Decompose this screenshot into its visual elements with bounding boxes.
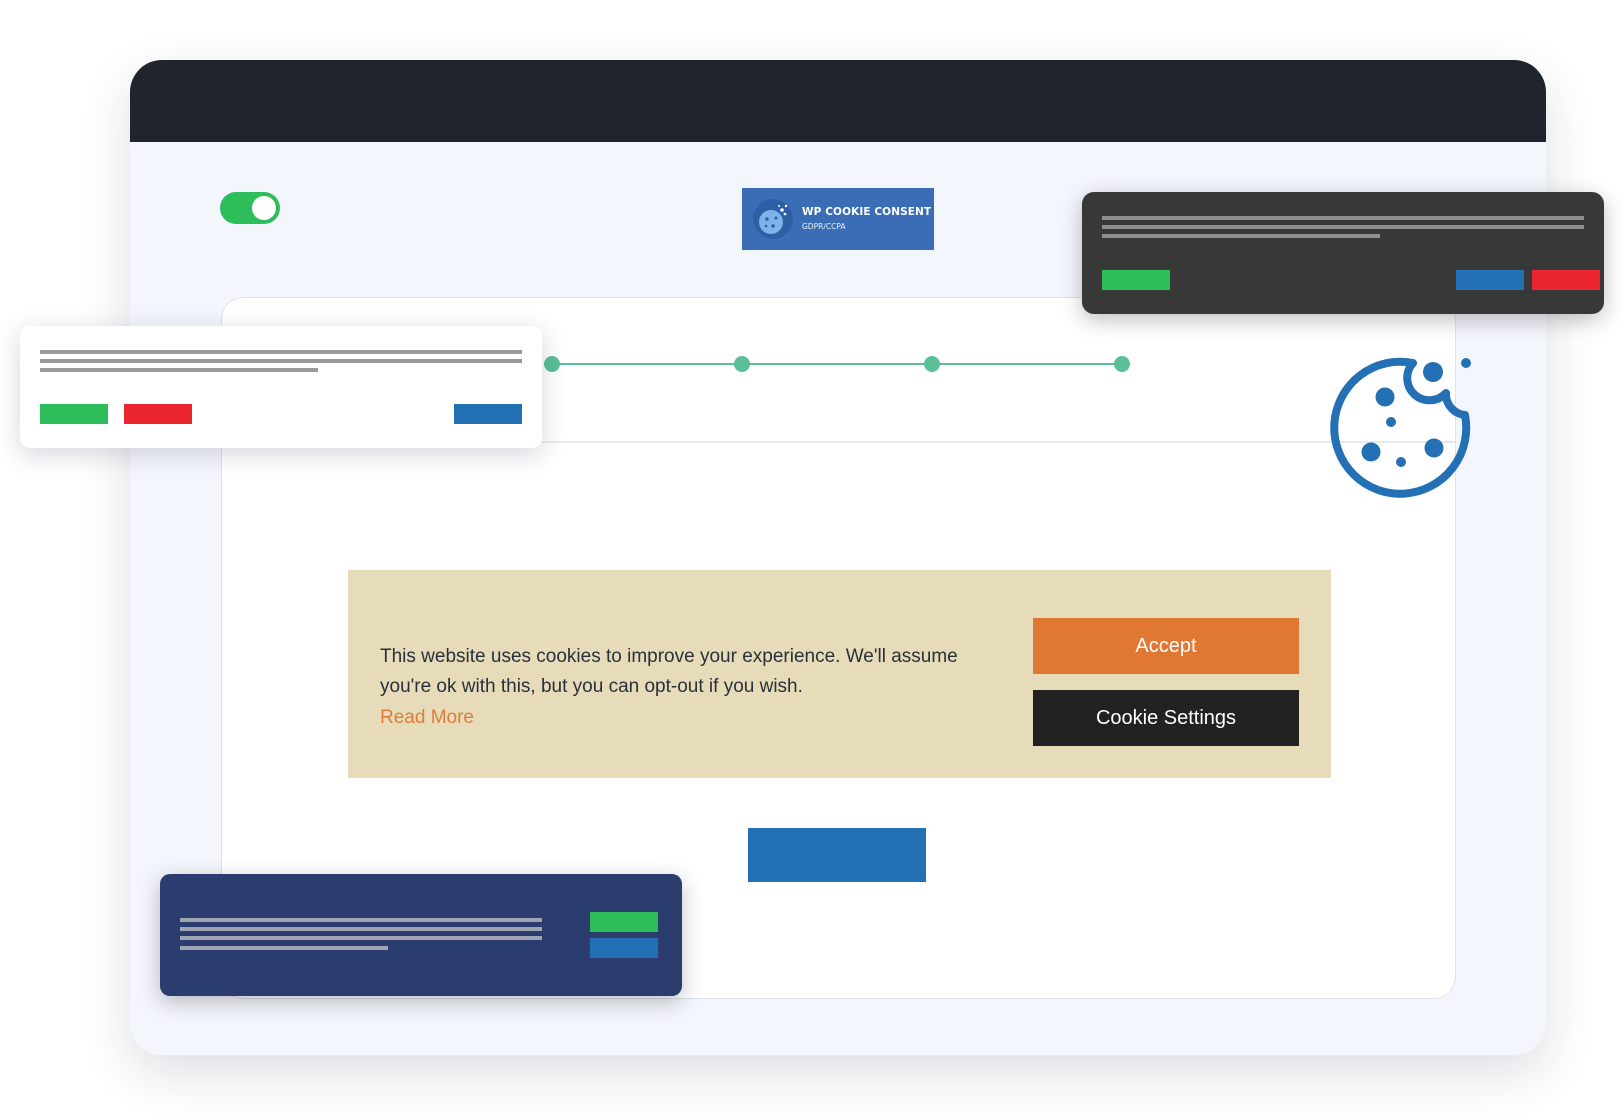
text-placeholder-line	[180, 946, 388, 950]
text-placeholder-line	[40, 359, 522, 363]
hero-illustration: WP COOKIE CONSENT GDPR/CCPA This website…	[0, 0, 1624, 1114]
text-placeholder-line	[40, 368, 318, 372]
text-placeholder-line	[1102, 216, 1584, 220]
mock-accept-button[interactable]	[590, 912, 658, 932]
toggle-knob	[252, 196, 276, 220]
browser-titlebar	[130, 60, 1546, 142]
text-placeholder-line	[180, 918, 542, 922]
progress-step	[544, 356, 560, 372]
mock-reject-button[interactable]	[1532, 270, 1600, 290]
banner-mockup-navy	[160, 874, 682, 996]
mock-accept-button[interactable]	[40, 404, 108, 424]
progress-step	[924, 356, 940, 372]
accept-button[interactable]: Accept	[1033, 618, 1299, 674]
consent-message: This website uses cookies to improve you…	[380, 642, 1002, 702]
consent-message-line2: you're ok with this, but you can opt-out…	[380, 676, 803, 697]
plugin-logo: WP COOKIE CONSENT GDPR/CCPA	[742, 188, 934, 250]
text-placeholder-line	[1102, 225, 1584, 229]
cookie-consent-banner: This website uses cookies to improve you…	[348, 570, 1331, 778]
cookie-icon	[753, 199, 793, 239]
mock-reject-button[interactable]	[124, 404, 192, 424]
text-placeholder-line	[180, 927, 542, 931]
progress-step	[734, 356, 750, 372]
content-placeholder-button	[748, 828, 926, 882]
banner-mockup-light	[20, 326, 542, 448]
enable-toggle[interactable]	[220, 192, 280, 224]
banner-mockup-dark	[1082, 192, 1604, 314]
mock-settings-button[interactable]	[590, 938, 658, 958]
read-more-link[interactable]: Read More	[380, 703, 474, 733]
cookie-settings-button[interactable]: Cookie Settings	[1033, 690, 1299, 746]
progress-step	[1114, 356, 1130, 372]
mock-settings-button[interactable]	[1456, 270, 1524, 290]
consent-message-line1: This website uses cookies to improve you…	[380, 646, 958, 667]
cookie-bite-icon	[1330, 357, 1471, 498]
mock-accept-button[interactable]	[1102, 270, 1170, 290]
text-placeholder-line	[180, 936, 542, 940]
logo-subtitle: GDPR/CCPA	[802, 222, 846, 232]
mock-settings-button[interactable]	[454, 404, 522, 424]
logo-title: WP COOKIE CONSENT	[802, 205, 932, 218]
text-placeholder-line	[1102, 234, 1380, 238]
logo-text: WP COOKIE CONSENT GDPR/CCPA	[802, 205, 932, 232]
text-placeholder-line	[40, 350, 522, 354]
